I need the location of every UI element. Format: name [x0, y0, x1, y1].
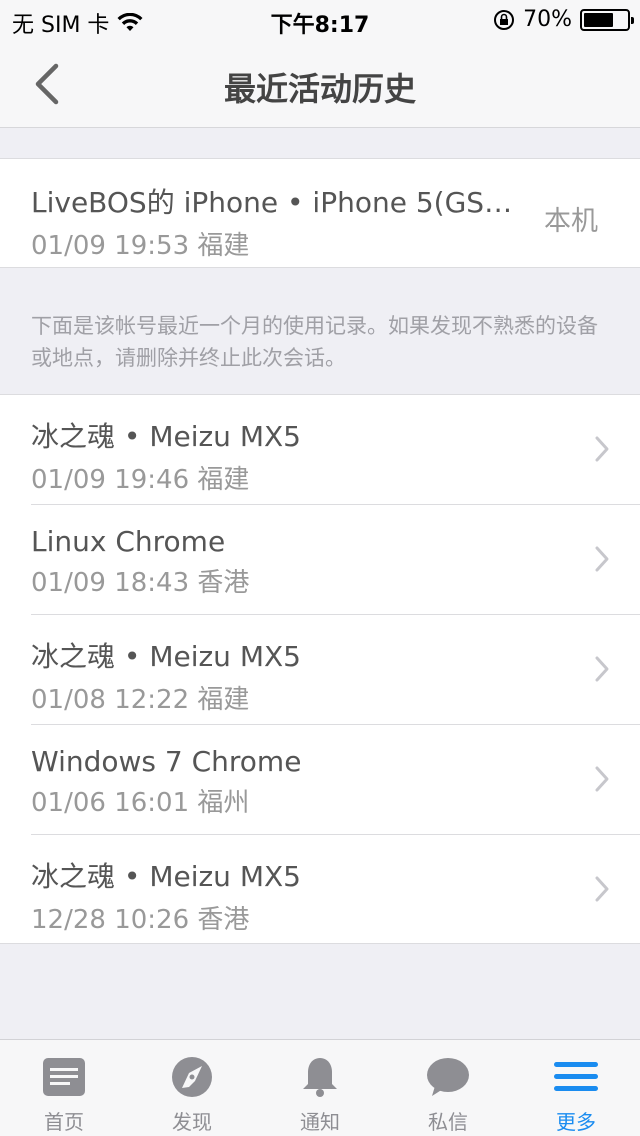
- notice-text: 下面是该帐号最近一个月的使用记录。如果发现不熟悉的设备或地点，请删除并终止此次会…: [31, 314, 598, 370]
- history-row-subtitle: 01/09 19:46 福建: [31, 465, 250, 495]
- history-row-text: 冰之魂 • Meizu MX5 12/28 10:26 香港: [31, 855, 301, 936]
- chevron-right-icon: [595, 766, 609, 792]
- battery-fill: [584, 12, 613, 27]
- chevron-right-icon: [595, 546, 609, 572]
- tab-messages[interactable]: 私信: [384, 1040, 512, 1136]
- history-row-subtitle: 01/09 18:43 香港: [31, 568, 250, 598]
- history-row-text: 冰之魂 • Meizu MX5 01/09 19:46 福建: [31, 415, 301, 496]
- status-bar: 无 SIM 卡 下午8:17 70%: [0, 0, 640, 40]
- history-row-text: Linux Chrome 01/09 18:43 香港: [31, 525, 249, 599]
- compass-icon: [172, 1057, 212, 1097]
- tab-more-label: 更多: [556, 1110, 596, 1134]
- chevron-right-icon: [595, 436, 609, 462]
- tab-discover[interactable]: 发现: [128, 1040, 256, 1136]
- navigation-bar: 最近活动历史: [0, 40, 640, 128]
- history-row-title: 冰之魂 • Meizu MX5: [31, 420, 301, 453]
- chevron-right-icon: [595, 876, 609, 902]
- rotation-lock-icon: [494, 9, 515, 30]
- tab-bar: 首页 发现 通知 私信 更多: [0, 1039, 640, 1136]
- tab-discover-label: 发现: [172, 1110, 212, 1134]
- history-list: 冰之魂 • Meizu MX5 01/09 19:46 福建 Linux Chr…: [0, 394, 640, 944]
- tab-home-label: 首页: [44, 1110, 84, 1134]
- tab-messages-label: 私信: [428, 1110, 468, 1134]
- history-row-subtitle: 01/08 12:22 福建: [31, 685, 250, 715]
- tab-home[interactable]: 首页: [0, 1040, 128, 1136]
- history-row-title: 冰之魂 • Meizu MX5: [31, 640, 301, 673]
- history-row-text: 冰之魂 • Meizu MX5 01/08 12:22 福建: [31, 635, 301, 716]
- chevron-right-icon: [595, 656, 609, 682]
- current-device-text: LiveBOS的 iPhone • iPhone 5(GSM... 01/09 …: [31, 181, 531, 262]
- current-device-subtitle: 01/09 19:53 福建: [31, 231, 250, 261]
- history-row[interactable]: 冰之魂 • Meizu MX5 12/28 10:26 香港: [31, 835, 640, 945]
- history-row-title: 冰之魂 • Meizu MX5: [31, 860, 301, 893]
- history-row[interactable]: 冰之魂 • Meizu MX5 01/09 19:46 福建: [31, 395, 640, 505]
- current-device-title: LiveBOS的 iPhone • iPhone 5(GSM...: [31, 186, 531, 219]
- battery-percent: 70%: [523, 7, 572, 32]
- bell-icon: [303, 1058, 337, 1097]
- tab-notifications-label: 通知: [300, 1110, 340, 1134]
- home-icon: [43, 1058, 85, 1096]
- page-title: 最近活动历史: [223, 70, 416, 108]
- chat-bubble-icon: [427, 1058, 469, 1096]
- history-row-text: Windows 7 Chrome 01/06 16:01 福州: [31, 745, 301, 819]
- history-row[interactable]: 冰之魂 • Meizu MX5 01/08 12:22 福建: [31, 615, 640, 725]
- history-row-subtitle: 12/28 10:26 香港: [31, 905, 250, 935]
- history-row-title: Linux Chrome: [31, 525, 226, 558]
- history-row[interactable]: Windows 7 Chrome 01/06 16:01 福州: [31, 725, 640, 835]
- tab-more[interactable]: 更多: [512, 1040, 640, 1136]
- history-row-title: Windows 7 Chrome: [31, 745, 302, 778]
- history-row[interactable]: Linux Chrome 01/09 18:43 香港: [31, 505, 640, 615]
- status-right: 70%: [493, 7, 634, 32]
- history-row-subtitle: 01/06 16:01 福州: [31, 788, 250, 818]
- battery-icon: [580, 8, 634, 31]
- tab-notifications[interactable]: 通知: [256, 1040, 384, 1136]
- this-device-tag: 本机: [544, 206, 598, 237]
- current-device-row: LiveBOS的 iPhone • iPhone 5(GSM... 01/09 …: [0, 158, 640, 268]
- menu-icon: [554, 1062, 598, 1091]
